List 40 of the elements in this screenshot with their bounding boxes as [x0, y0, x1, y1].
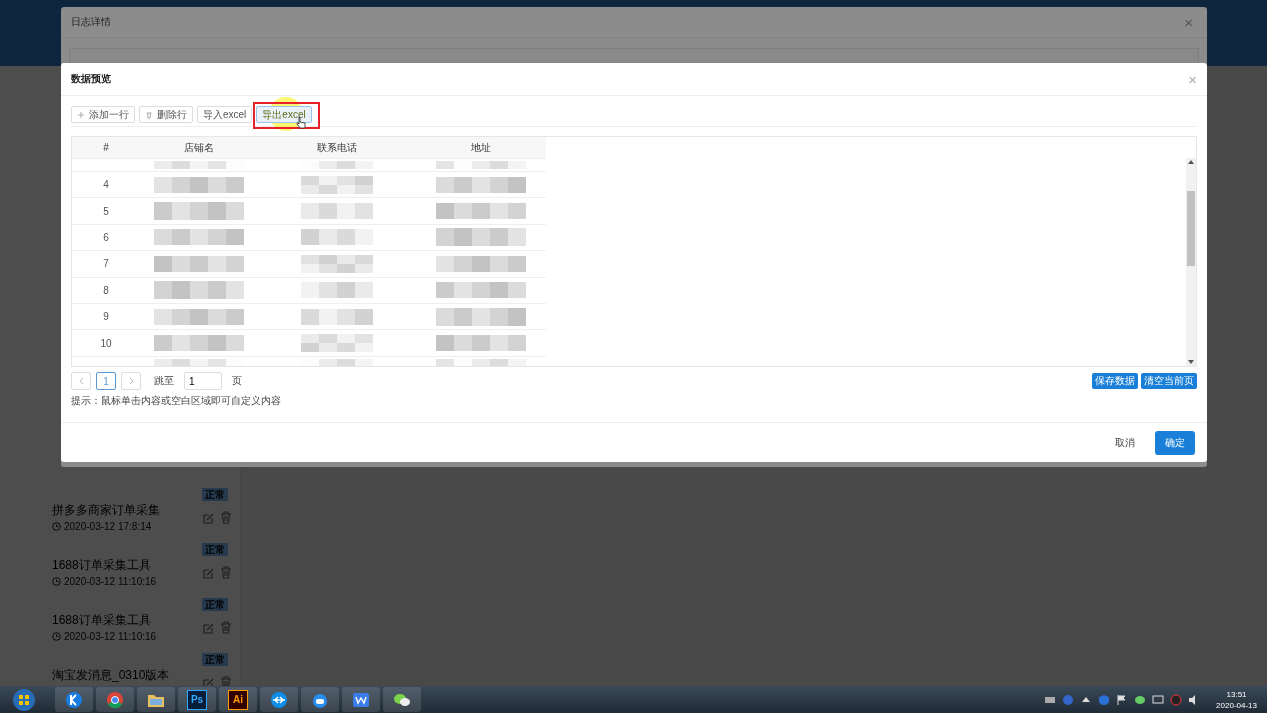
jump-label: 跳至 [154, 374, 174, 388]
task-title: 1688订单采集工具 [52, 557, 152, 574]
task-title: 拼多多商家订单采集 [52, 502, 161, 519]
row-number: 6 [102, 231, 110, 243]
column-header: 联系电话 [316, 140, 358, 155]
page-input[interactable]: 1 [184, 372, 222, 390]
task-time: 2020-03-12 11:10:16 [64, 576, 157, 587]
toolbar-button[interactable]: 导出excel [256, 106, 312, 123]
clock-time: 13:51 [1226, 688, 1247, 700]
column-header: # [102, 142, 110, 153]
toolbar-button[interactable]: 删除行 [139, 106, 193, 123]
status-badge: 正常 [202, 543, 228, 556]
status-badge: 正常 [202, 488, 228, 501]
column-header: 地址 [470, 140, 492, 155]
row-number: 9 [102, 311, 110, 323]
toolbar-button[interactable]: 导入excel [197, 106, 253, 123]
status-badge: 正常 [202, 598, 228, 611]
task-title: 1688订单采集工具 [52, 612, 152, 629]
app-tile[interactable]: Ps [187, 689, 207, 710]
row-number: 7 [102, 258, 110, 270]
action-button[interactable]: 清空当前页 [1141, 373, 1197, 389]
app-tile[interactable]: Ai [228, 689, 248, 710]
dialog-title: 数据预览 [71, 72, 111, 86]
cancel-button[interactable]: 取消 [1109, 431, 1141, 454]
row-number: 8 [102, 284, 110, 296]
task-title: 淘宝发消息_0310版本 [52, 667, 171, 684]
dialog-title: 日志详情 [71, 15, 111, 29]
toolbar-button[interactable]: 添加一行 [71, 106, 135, 123]
row-number: 10 [99, 337, 113, 349]
status-badge: 正常 [202, 653, 228, 666]
clock-date: 2020-04-13 [1216, 699, 1257, 711]
task-time: 2020-03-12 11:10:16 [64, 631, 157, 642]
action-button[interactable]: 保存数据 [1092, 373, 1138, 389]
task-time: 2020-03-12 17:8:14 [64, 521, 152, 532]
hint-text: 提示：鼠标单击内容或空白区域即可自定义内容 [71, 394, 282, 408]
page-unit-label: 页 [232, 374, 242, 388]
row-number: 5 [102, 205, 110, 217]
column-header: 店铺名 [183, 140, 215, 155]
row-number: 4 [102, 179, 110, 191]
confirm-button[interactable]: 确定 [1155, 430, 1195, 455]
